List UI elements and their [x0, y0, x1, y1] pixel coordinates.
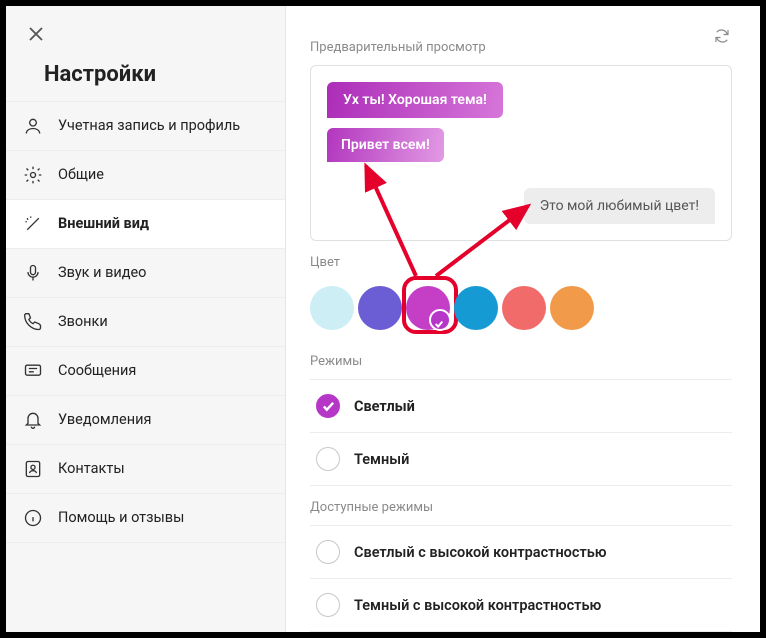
preview-bubble-incoming: Это мой любимый цвет!	[524, 188, 715, 224]
settings-sidebar: Настройки Учетная запись и профиль Общие…	[6, 6, 286, 632]
color-swatch-row	[310, 280, 732, 340]
preview-bubble-outgoing: Ух ты! Хорошая тема!	[327, 82, 503, 118]
wand-icon	[22, 213, 44, 235]
sidebar-item-help[interactable]: Помощь и отзывы	[6, 494, 285, 543]
sidebar-item-contacts[interactable]: Контакты	[6, 445, 285, 494]
mode-option-label: Светлый с высокой контрастностью	[354, 544, 607, 561]
bell-icon	[22, 409, 44, 431]
mode-option-label: Темный с высокой контрастностью	[354, 597, 601, 614]
preview-label: Предварительный просмотр	[310, 40, 486, 55]
appearance-panel: Предварительный просмотр Ух ты! Хорошая …	[286, 6, 760, 632]
gear-icon	[22, 164, 44, 186]
preview-bubble-outgoing: Привет всем!	[327, 128, 444, 162]
radio-checked-icon	[316, 394, 340, 418]
close-icon[interactable]	[26, 24, 46, 44]
color-swatch-indigo[interactable]	[358, 286, 402, 330]
color-swatch-orange[interactable]	[550, 286, 594, 330]
modes-section-label: Режимы	[310, 354, 732, 369]
sidebar-item-messages[interactable]: Сообщения	[6, 347, 285, 396]
user-icon	[22, 115, 44, 137]
color-swatch-magenta[interactable]	[406, 286, 450, 330]
sidebar-item-label: Учетная запись и профиль	[58, 117, 271, 135]
color-section-label: Цвет	[310, 255, 732, 270]
mode-option-dark-hc[interactable]: Темный с высокой контрастностью	[310, 579, 732, 632]
sidebar-nav: Учетная запись и профиль Общие Внешний в…	[6, 101, 285, 543]
microphone-icon	[22, 262, 44, 284]
modes-list: Светлый Темный	[310, 379, 732, 486]
sidebar-item-appearance[interactable]: Внешний вид	[6, 200, 285, 249]
sidebar-item-label: Уведомления	[58, 411, 271, 429]
mode-option-label: Темный	[354, 451, 409, 468]
sidebar-item-label: Сообщения	[58, 362, 271, 380]
mode-option-label: Светлый	[354, 398, 415, 415]
sidebar-item-label: Общие	[58, 166, 271, 184]
sidebar-item-general[interactable]: Общие	[6, 151, 285, 200]
color-swatch-blue[interactable]	[454, 286, 498, 330]
color-swatch-teal-light[interactable]	[310, 286, 354, 330]
settings-window: Настройки Учетная запись и профиль Общие…	[6, 6, 760, 632]
theme-preview: Ух ты! Хорошая тема! Привет всем! Это мо…	[310, 65, 732, 241]
contacts-icon	[22, 458, 44, 480]
page-title: Настройки	[6, 44, 285, 101]
sidebar-item-account[interactable]: Учетная запись и профиль	[6, 101, 285, 151]
sidebar-item-label: Звук и видео	[58, 264, 271, 282]
radio-unchecked-icon	[316, 593, 340, 617]
check-icon	[434, 314, 448, 328]
info-icon	[22, 507, 44, 529]
chat-icon	[22, 360, 44, 382]
sidebar-item-label: Контакты	[58, 460, 271, 478]
accessible-modes-label: Доступные режимы	[310, 500, 732, 515]
mode-option-light-hc[interactable]: Светлый с высокой контрастностью	[310, 525, 732, 579]
sidebar-item-notifications[interactable]: Уведомления	[6, 396, 285, 445]
sidebar-item-label: Помощь и отзывы	[58, 509, 271, 527]
color-swatch-coral[interactable]	[502, 286, 546, 330]
sidebar-item-label: Внешний вид	[58, 215, 271, 233]
sidebar-item-label: Звонки	[58, 313, 271, 331]
sidebar-item-calls[interactable]: Звонки	[6, 298, 285, 347]
sidebar-item-audio-video[interactable]: Звук и видео	[6, 249, 285, 298]
mode-option-light[interactable]: Светлый	[310, 379, 732, 433]
mode-option-dark[interactable]: Темный	[310, 433, 732, 486]
refresh-icon[interactable]	[712, 26, 732, 46]
accessible-modes-list: Светлый с высокой контрастностью Темный с…	[310, 525, 732, 632]
phone-icon	[22, 311, 44, 333]
radio-unchecked-icon	[316, 447, 340, 471]
radio-unchecked-icon	[316, 540, 340, 564]
